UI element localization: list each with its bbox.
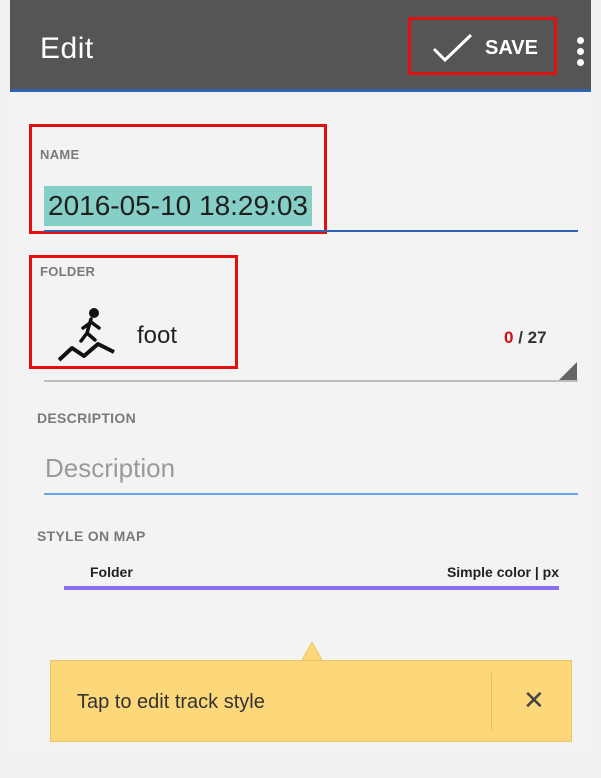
description-input[interactable]: Description [45, 453, 175, 484]
style-source: Folder [90, 564, 133, 580]
style-description: Simple color | px [446, 564, 559, 580]
app-bar: Edit SAVE [10, 0, 591, 92]
page-title: Edit [40, 32, 94, 65]
folder-label: FOLDER [40, 264, 96, 279]
counter-total: 27 [527, 328, 547, 347]
style-line-preview [64, 586, 559, 590]
description-label: DESCRIPTION [37, 410, 136, 426]
style-on-map-label: STYLE ON MAP [37, 528, 146, 544]
counter-separator: / [518, 328, 523, 347]
counter-current: 0 [504, 328, 514, 347]
description-underline [44, 493, 578, 495]
overflow-menu-icon[interactable] [577, 37, 585, 67]
save-button[interactable]: SAVE [408, 17, 557, 75]
tooltip-divider [491, 673, 492, 731]
name-label: NAME [40, 147, 80, 162]
folder-value[interactable]: foot [137, 322, 177, 350]
tooltip-pointer [301, 642, 323, 662]
close-icon[interactable]: ✕ [523, 685, 545, 715]
tooltip-banner: Tap to edit track style ✕ [50, 660, 572, 742]
dropdown-triangle-icon[interactable] [559, 362, 577, 380]
folder-counter: 0 / 27 [504, 328, 547, 348]
name-input[interactable]: 2016-05-10 18:29:03 [44, 186, 312, 226]
save-label: SAVE [485, 37, 538, 59]
checkmark-icon [432, 33, 473, 63]
tooltip-text: Tap to edit track style [77, 691, 265, 713]
edit-form: NAME 2016-05-10 18:29:03 FOLDER foot 0 /… [10, 92, 591, 750]
name-underline [44, 230, 578, 232]
folder-underline [44, 380, 578, 382]
style-on-map-row[interactable]: Folder Simple color | px [64, 562, 559, 592]
hiking-foot-icon [58, 308, 115, 362]
